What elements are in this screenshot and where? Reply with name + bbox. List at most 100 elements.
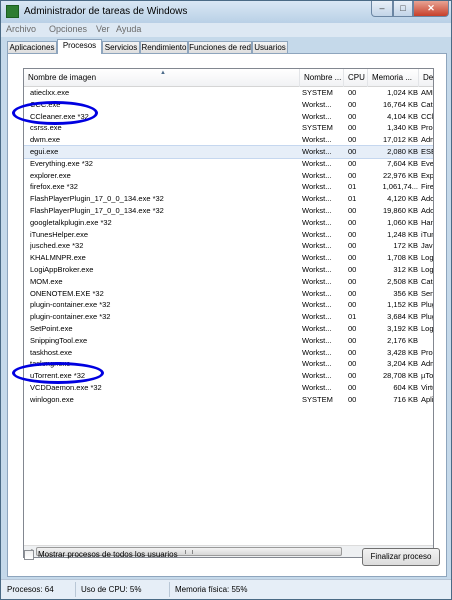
process-row[interactable]: winlogon.exe SYSTEM 00 716 KBAplica [24, 394, 433, 406]
process-name-cell: Everything.exe *32 [30, 158, 93, 168]
process-memory-cell: 1,248 KB [387, 229, 418, 239]
process-user-cell: Workst... [302, 158, 332, 168]
end-process-button[interactable]: Finalizar proceso [362, 548, 440, 566]
title-bar[interactable]: Administrador de tareas de Windows – □ ✕ [1, 1, 451, 23]
process-row[interactable]: csrss.exe SYSTEM 00 1,340 KBProc [24, 122, 433, 134]
menu-ayuda[interactable]: Ayuda [116, 24, 141, 34]
process-row[interactable]: jusched.exe *32 Workst... 00 172 KBJava [24, 240, 433, 252]
process-memory-cell: 3,428 KB [387, 347, 418, 357]
process-user-cell: Workst... [302, 217, 332, 227]
process-user-cell: Workst... [302, 264, 332, 274]
process-memory-cell: 4,120 KB [387, 194, 418, 204]
process-row[interactable]: LogiAppBroker.exe Workst... 00 312 KBLogiA [24, 264, 433, 276]
process-row[interactable]: iTunesHelper.exe Workst... 00 1,248 KBiTune [24, 229, 433, 241]
process-row[interactable]: VCDDaemon.exe *32 Workst... 00 604 KBVirtu [24, 382, 433, 394]
show-all-users-checkbox[interactable] [24, 550, 34, 560]
process-row[interactable]: ONENOTEM.EXE *32 Workst... 00 356 KBSend [24, 288, 433, 300]
process-row[interactable]: taskmgr.exe Workst... 00 3,204 KBAdmi [24, 358, 433, 370]
column-header-cpu[interactable]: CPU [344, 69, 368, 87]
process-memory-cell: 1,024 KB [387, 88, 418, 97]
process-memory-cell: 19,860 KB [382, 205, 418, 215]
process-description-cell: Virtu [421, 382, 433, 392]
process-user-cell: Workst... [302, 323, 332, 333]
process-name-cell: winlogon.exe [30, 394, 74, 404]
process-row[interactable]: egui.exe Workst... 00 2,080 KBESET [24, 145, 433, 159]
process-memory-cell: 1,060 KB [387, 217, 418, 227]
status-divider [75, 582, 76, 597]
menu-ver[interactable]: Ver [96, 24, 110, 34]
process-row[interactable]: SnippingTool.exe Workst... 00 2,176 KB [24, 335, 433, 347]
process-row[interactable]: googletalkplugin.exe *32 Workst... 00 1,060… [24, 217, 433, 229]
process-memory-cell: 1,152 KB [387, 300, 418, 310]
process-cpu-cell: 00 [348, 158, 357, 168]
process-name-cell: LogiAppBroker.exe [30, 264, 94, 274]
process-name-cell: plugin-container.exe *32 [30, 300, 111, 310]
process-row[interactable]: explorer.exe Workst... 00 22,976 KBExplo [24, 170, 433, 182]
process-row[interactable]: FlashPlayerPlugin_17_0_0_134.exe *32 Work… [24, 205, 433, 217]
process-row[interactable]: CCC.exe Workst... 00 16,764 KBCata [24, 99, 433, 111]
process-name-cell: plugin-container.exe *32 [30, 312, 111, 322]
process-cpu-cell: 00 [348, 276, 357, 286]
process-row[interactable]: firefox.exe *32 Workst... 01 1,061,74... Fir… [24, 181, 433, 193]
process-row[interactable]: MOM.exe Workst... 00 2,508 KBCata [24, 276, 433, 288]
process-user-cell: Workst... [302, 371, 332, 381]
column-header-user[interactable]: Nombre ... [300, 69, 344, 87]
process-name-cell: egui.exe [30, 146, 59, 156]
process-name-cell: CCleaner.exe *32 [30, 111, 89, 121]
process-description-cell: AMD [421, 88, 433, 97]
process-cpu-cell: 00 [348, 146, 357, 156]
process-row[interactable]: dwm.exe Workst... 00 17,012 KBAdmi [24, 134, 433, 146]
process-description-cell: Logit [421, 253, 434, 263]
process-row[interactable]: plugin-container.exe *32 Workst... 01 3,684… [24, 311, 433, 323]
process-name-cell: iTunesHelper.exe [30, 229, 89, 239]
process-cpu-cell: 00 [348, 335, 357, 345]
menu-opciones[interactable]: Opciones [49, 24, 87, 34]
column-header-description[interactable]: Desc [419, 69, 433, 87]
close-button[interactable]: ✕ [413, 1, 449, 17]
process-name-cell: SnippingTool.exe [30, 335, 88, 345]
process-memory-cell: 1,061,74... [382, 182, 418, 192]
process-memory-cell: 2,508 KB [387, 276, 418, 286]
process-name-cell: KHALMNPR.exe [30, 253, 86, 263]
process-row[interactable]: plugin-container.exe *32 Workst... 00 1,152… [24, 299, 433, 311]
minimize-button[interactable]: – [371, 1, 393, 17]
process-cpu-cell: 00 [348, 394, 357, 404]
process-cpu-cell: 01 [348, 312, 357, 322]
process-description-cell: iTune [421, 229, 433, 239]
column-header-memory[interactable]: Memoria ... [368, 69, 419, 87]
process-cpu-cell: 00 [348, 111, 357, 121]
process-user-cell: Workst... [302, 135, 332, 145]
process-cpu-cell: 00 [348, 205, 357, 215]
process-user-cell: Workst... [302, 111, 332, 121]
process-name-cell: CCC.exe [30, 99, 61, 109]
maximize-button[interactable]: □ [393, 1, 413, 17]
process-row[interactable]: Everything.exe *32 Workst... 00 7,604 KB Eve… [24, 158, 433, 170]
process-cpu-cell: 01 [348, 194, 357, 204]
process-memory-cell: 1,708 KB [387, 253, 418, 263]
process-name-cell: dwm.exe [30, 135, 61, 145]
process-row[interactable]: taskhost.exe Workst... 00 3,428 KBProc [24, 347, 433, 359]
process-user-cell: Workst... [302, 276, 332, 286]
show-all-users-label[interactable]: Mostrar procesos de todos los usuarios [38, 550, 178, 559]
process-row[interactable]: SetPoint.exe Workst... 00 3,192 KBLogit [24, 323, 433, 335]
process-user-cell: Workst... [302, 312, 332, 322]
process-description-cell: Aplica [421, 394, 434, 404]
process-list[interactable]: Nombre de imagen ▲ Nombre ... CPU Memori… [23, 68, 434, 558]
tab-procesos[interactable]: Procesos [57, 39, 102, 54]
process-memory-cell: 1,340 KB [387, 123, 418, 133]
process-description-cell: µTorr [421, 371, 434, 381]
process-row[interactable]: FlashPlayerPlugin_17_0_0_134.exe *32 Work… [24, 193, 433, 205]
menu-archivo[interactable]: Archivo [6, 24, 36, 34]
process-name-cell: ONENOTEM.EXE *32 [30, 288, 104, 298]
process-row[interactable]: atieclxx.exe SYSTEM 00 1,024 KBAMD [24, 87, 433, 99]
process-row[interactable]: KHALMNPR.exe Workst... 00 1,708 KBLogit [24, 252, 433, 264]
process-row[interactable]: uTorrent.exe *32 Workst... 00 28,708 KBµTor… [24, 370, 433, 382]
process-user-cell: Workst... [302, 99, 332, 109]
process-row[interactable]: CCleaner.exe *32 Workst... 00 4,104 KBCCle [24, 111, 433, 123]
menu-bar: Archivo Opciones Ver Ayuda [1, 23, 451, 37]
process-description-cell: Plugi [421, 312, 433, 322]
process-description-cell: Logit [421, 323, 434, 333]
process-user-cell: SYSTEM [302, 123, 333, 133]
process-user-cell: Workst... [302, 253, 332, 263]
process-cpu-cell: 00 [348, 359, 357, 369]
